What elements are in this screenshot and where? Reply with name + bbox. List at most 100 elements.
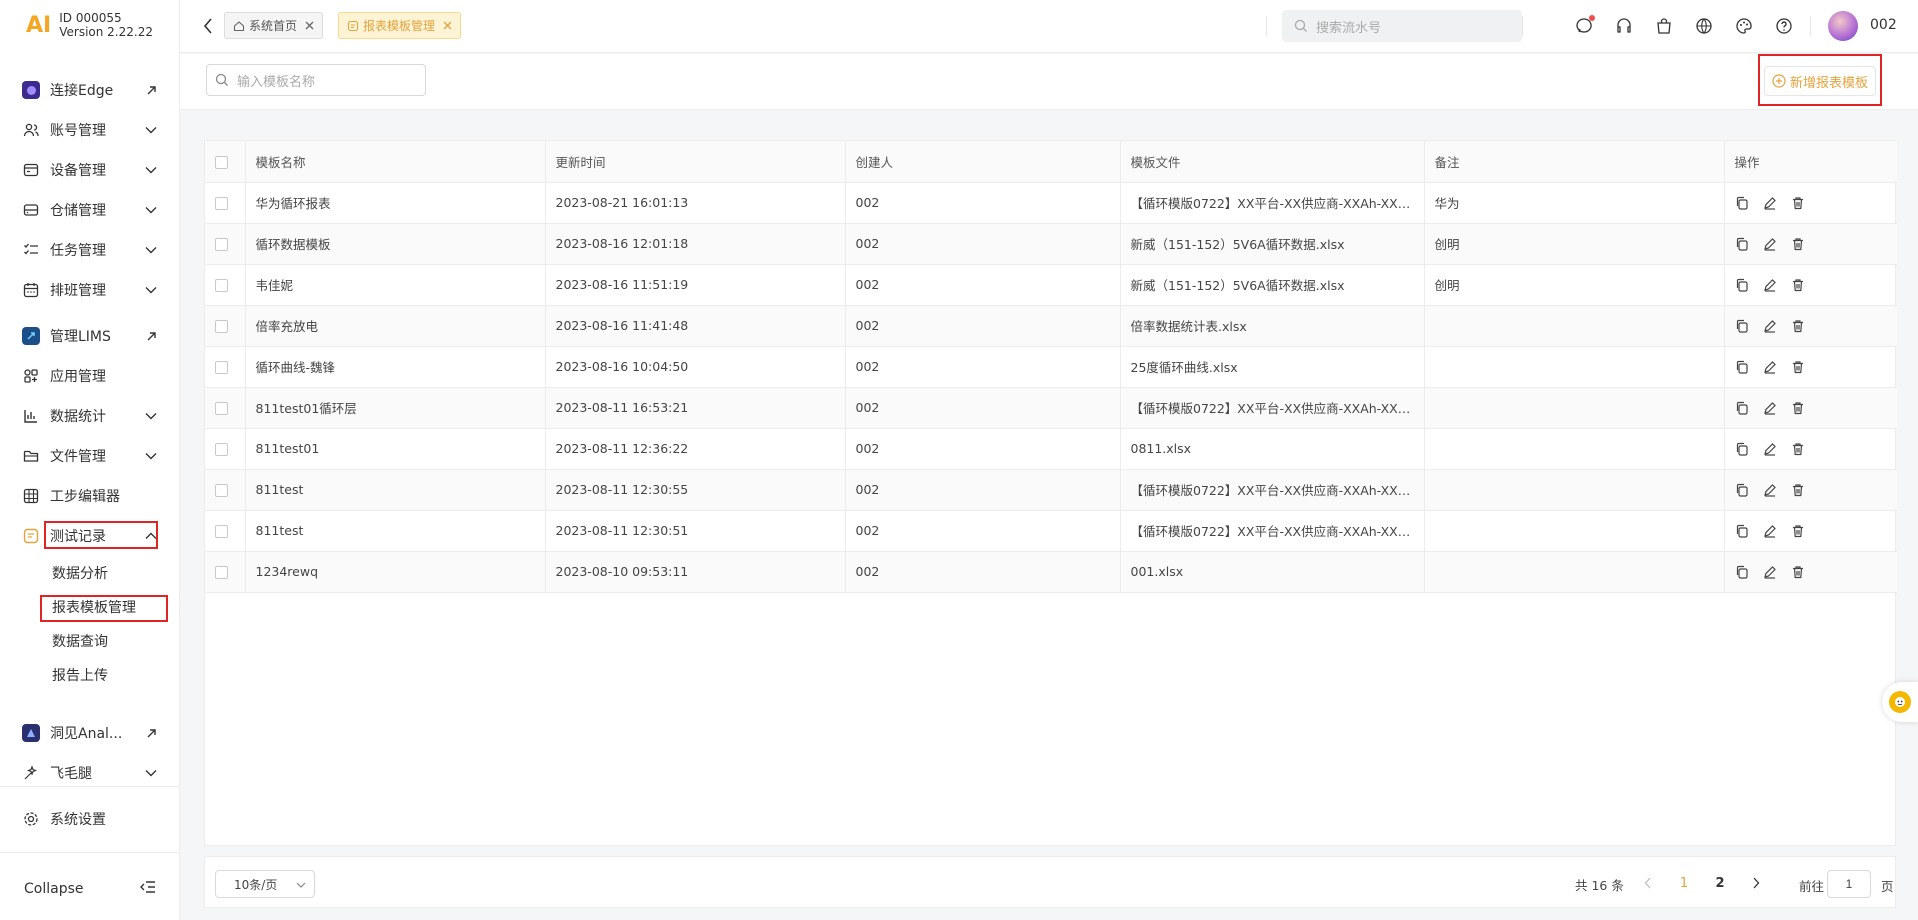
- delete-trash-icon[interactable]: [1791, 196, 1805, 210]
- copy-icon[interactable]: [1735, 442, 1749, 456]
- row-checkbox-cell[interactable]: [205, 264, 246, 306]
- table-row[interactable]: 811test01循环层 2023-08-11 16:53:21 002 【循环模版0…: [205, 387, 1897, 429]
- copy-icon[interactable]: [1735, 360, 1749, 374]
- username[interactable]: 002: [1870, 17, 1897, 33]
- help-icon[interactable]: [1773, 15, 1795, 37]
- table-row[interactable]: 811test 2023-08-11 12:30:51 002 【循环模版0722】X…: [205, 510, 1897, 552]
- bag-icon[interactable]: [1653, 15, 1675, 37]
- row-checkbox-cell[interactable]: [205, 510, 246, 552]
- subnav-report-upload[interactable]: 报告上传: [52, 663, 108, 689]
- nav-item[interactable]: 任务管理: [22, 236, 158, 264]
- collapse-button[interactable]: Collapse: [24, 880, 156, 898]
- page-1-button[interactable]: 1: [1673, 872, 1695, 894]
- row-checkbox[interactable]: [215, 279, 228, 292]
- delete-trash-icon[interactable]: [1791, 319, 1805, 333]
- nav-item[interactable]: 文件管理: [22, 442, 158, 470]
- header-checkbox-cell[interactable]: [205, 141, 246, 183]
- row-checkbox[interactable]: [215, 361, 228, 374]
- nav-item[interactable]: 排班管理: [22, 276, 158, 304]
- row-checkbox-cell[interactable]: [205, 346, 246, 388]
- template-name-input[interactable]: 输入模板名称: [206, 64, 426, 96]
- edit-pencil-icon[interactable]: [1763, 565, 1777, 579]
- select-all-checkbox[interactable]: [215, 155, 228, 169]
- goto-page-input[interactable]: [1827, 870, 1871, 898]
- row-checkbox[interactable]: [215, 320, 228, 333]
- edit-pencil-icon[interactable]: [1763, 483, 1777, 497]
- delete-trash-icon[interactable]: [1791, 524, 1805, 538]
- table-row[interactable]: 韦佳妮 2023-08-16 11:51:19 002 新威（151-152）5V6A…: [205, 264, 1897, 306]
- table-row[interactable]: 1234rewq 2023-08-10 09:53:11 002 001.xlsx: [205, 551, 1897, 593]
- serial-search-input[interactable]: 搜索流水号: [1282, 10, 1522, 42]
- copy-icon[interactable]: [1735, 196, 1749, 210]
- headset-icon[interactable]: [1613, 15, 1635, 37]
- globe-icon[interactable]: [1693, 15, 1715, 37]
- nav-system-settings[interactable]: 系统设置: [22, 805, 158, 833]
- edit-pencil-icon[interactable]: [1763, 237, 1777, 251]
- copy-icon[interactable]: [1735, 237, 1749, 251]
- row-checkbox-cell[interactable]: [205, 182, 246, 224]
- copy-icon[interactable]: [1735, 319, 1749, 333]
- delete-trash-icon[interactable]: [1791, 237, 1805, 251]
- nav-item[interactable]: 飞毛腿: [22, 759, 158, 787]
- message-icon[interactable]: [1573, 15, 1595, 37]
- row-checkbox[interactable]: [215, 566, 228, 579]
- close-icon[interactable]: [443, 21, 452, 30]
- nav-item[interactable]: 洞见Anal...: [22, 719, 158, 747]
- row-checkbox[interactable]: [215, 484, 228, 497]
- assistant-float-button[interactable]: [1882, 682, 1918, 722]
- edit-pencil-icon[interactable]: [1763, 278, 1777, 292]
- avatar[interactable]: [1828, 11, 1858, 41]
- delete-trash-icon[interactable]: [1791, 565, 1805, 579]
- copy-icon[interactable]: [1735, 401, 1749, 415]
- nav-item[interactable]: 账号管理: [22, 116, 158, 144]
- delete-trash-icon[interactable]: [1791, 401, 1805, 415]
- delete-trash-icon[interactable]: [1791, 442, 1805, 456]
- row-checkbox-cell[interactable]: [205, 387, 246, 429]
- row-checkbox[interactable]: [215, 525, 228, 538]
- row-checkbox[interactable]: [215, 197, 228, 210]
- copy-icon[interactable]: [1735, 278, 1749, 292]
- copy-icon[interactable]: [1735, 524, 1749, 538]
- row-checkbox-cell[interactable]: [205, 428, 246, 470]
- table-row[interactable]: 循环曲线-魏锋 2023-08-16 10:04:50 002 25度循环曲线.xls…: [205, 346, 1897, 388]
- row-checkbox[interactable]: [215, 402, 228, 415]
- prev-page-button[interactable]: [1637, 872, 1659, 894]
- subnav-data-analysis[interactable]: 数据分析: [52, 561, 108, 587]
- edit-pencil-icon[interactable]: [1763, 196, 1777, 210]
- nav-item[interactable]: 管理LIMS: [22, 322, 158, 350]
- row-checkbox-cell[interactable]: [205, 469, 246, 511]
- next-page-button[interactable]: [1745, 872, 1767, 894]
- delete-trash-icon[interactable]: [1791, 360, 1805, 374]
- palette-icon[interactable]: [1733, 15, 1755, 37]
- table-row[interactable]: 华为循环报表 2023-08-21 16:01:13 002 【循环模版0722】XX…: [205, 182, 1897, 224]
- row-checkbox-cell[interactable]: [205, 305, 246, 347]
- nav-item[interactable]: 仓储管理: [22, 196, 158, 224]
- nav-item[interactable]: 应用管理: [22, 362, 158, 390]
- edit-pencil-icon[interactable]: [1763, 442, 1777, 456]
- table-row[interactable]: 811test 2023-08-11 12:30:55 002 【循环模版0722】X…: [205, 469, 1897, 511]
- back-arrow-icon[interactable]: [198, 16, 218, 36]
- table-row[interactable]: 倍率充放电 2023-08-16 11:41:48 002 倍率数据统计表.xlsx: [205, 305, 1897, 347]
- copy-icon[interactable]: [1735, 483, 1749, 497]
- nav-item[interactable]: 连接Edge: [22, 76, 158, 104]
- nav-item[interactable]: 设备管理: [22, 156, 158, 184]
- delete-trash-icon[interactable]: [1791, 278, 1805, 292]
- edit-pencil-icon[interactable]: [1763, 401, 1777, 415]
- row-checkbox-cell[interactable]: [205, 551, 246, 593]
- row-checkbox-cell[interactable]: [205, 223, 246, 265]
- edit-pencil-icon[interactable]: [1763, 360, 1777, 374]
- page-2-button[interactable]: 2: [1709, 872, 1731, 894]
- delete-trash-icon[interactable]: [1791, 483, 1805, 497]
- table-row[interactable]: 循环数据模板 2023-08-16 12:01:18 002 新威（151-152）5…: [205, 223, 1897, 265]
- subnav-data-query[interactable]: 数据查询: [52, 629, 108, 655]
- copy-icon[interactable]: [1735, 565, 1749, 579]
- tab-report-template[interactable]: 报表模板管理: [338, 12, 462, 39]
- page-size-select[interactable]: 10条/页: [215, 870, 315, 898]
- tab-home[interactable]: 系统首页: [224, 12, 324, 39]
- close-icon[interactable]: [305, 21, 314, 30]
- row-checkbox[interactable]: [215, 443, 228, 456]
- edit-pencil-icon[interactable]: [1763, 524, 1777, 538]
- nav-item[interactable]: 数据统计: [22, 402, 158, 430]
- nav-item[interactable]: 工步编辑器: [22, 482, 158, 510]
- row-checkbox[interactable]: [215, 238, 228, 251]
